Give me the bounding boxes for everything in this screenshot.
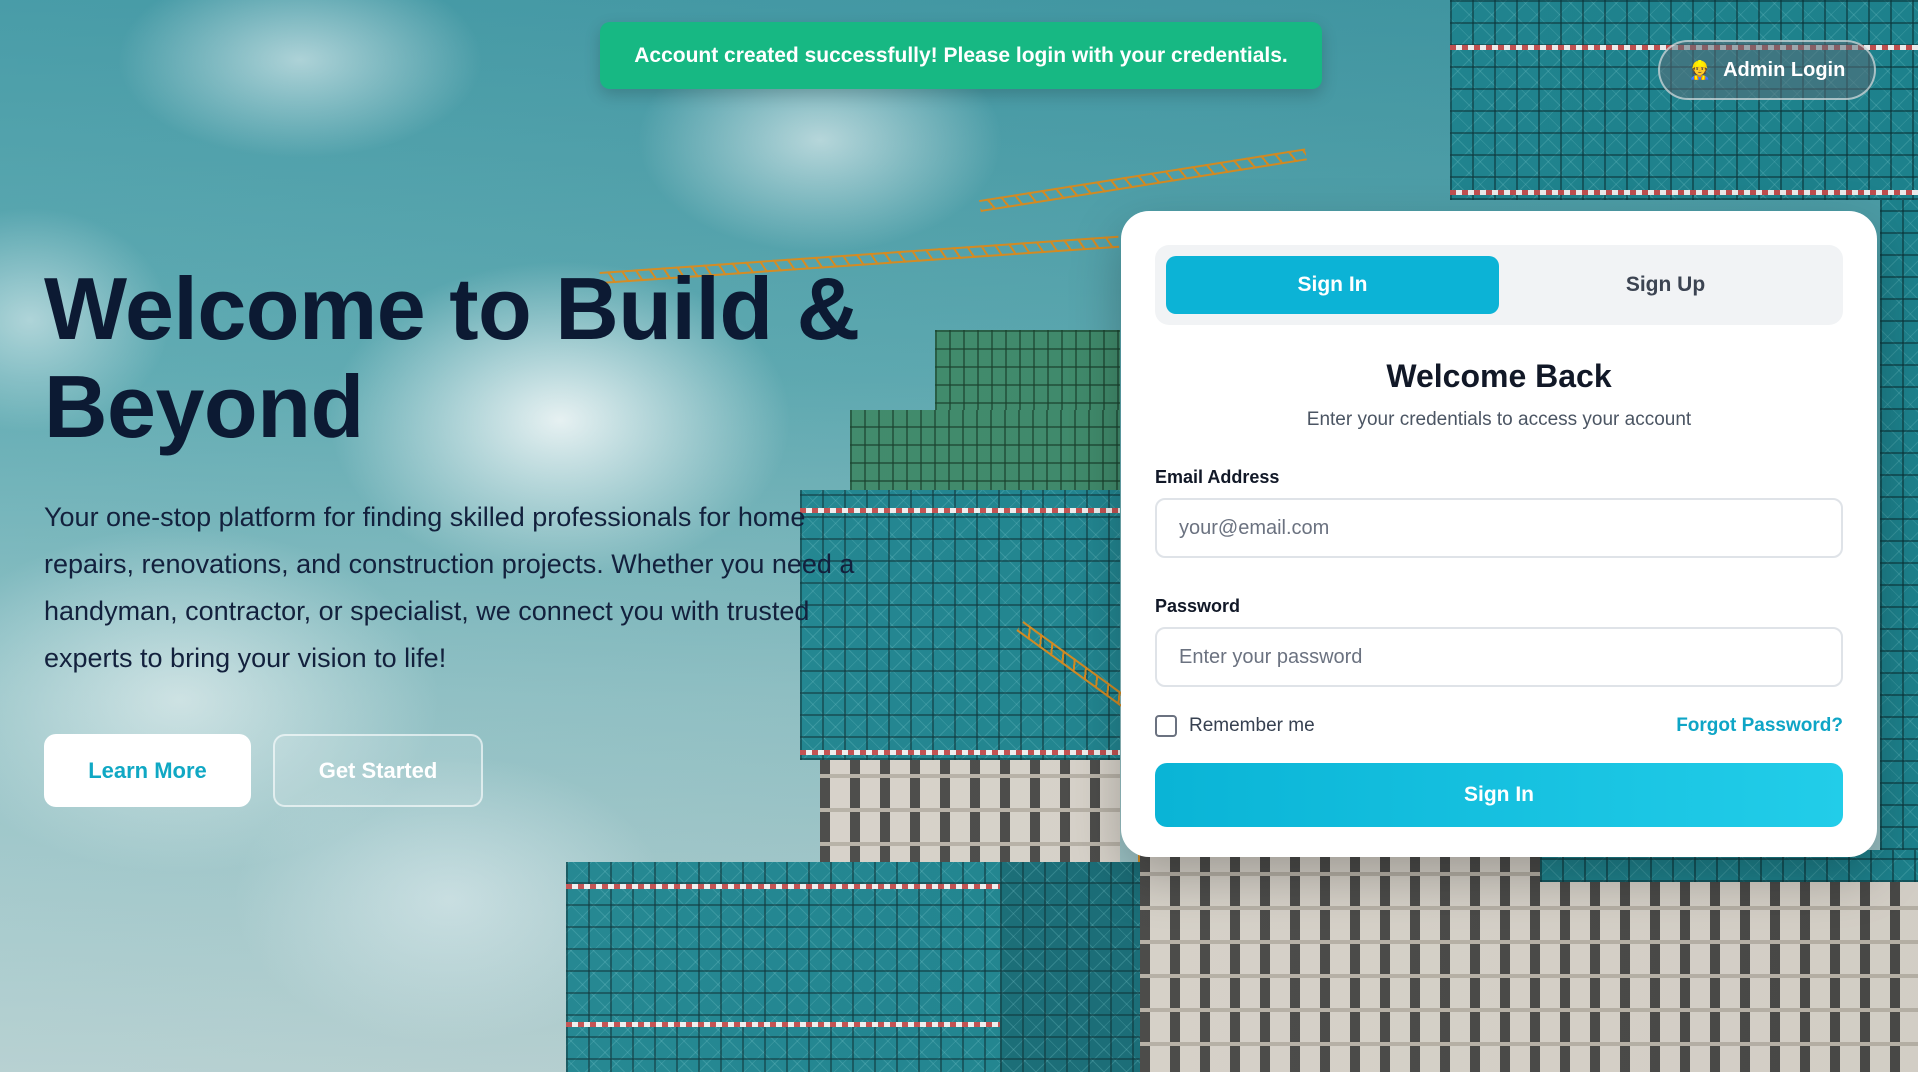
password-field[interactable] [1155,627,1843,687]
hero-description: Your one-stop platform for finding skill… [44,502,855,673]
hero-section: Welcome to Build & Beyond Your one-stop … [44,260,884,807]
success-toast: Account created successfully! Please log… [600,22,1322,89]
admin-login-label: Admin Login [1723,58,1846,81]
remember-row: Remember me Forgot Password? [1155,715,1843,737]
tab-sign-in[interactable]: Sign In [1166,256,1499,314]
remember-me-checkbox[interactable] [1155,715,1177,737]
forgot-password-link[interactable]: Forgot Password? [1676,715,1843,737]
remember-me-label: Remember me [1189,715,1315,736]
auth-tabs: Sign In Sign Up [1155,245,1843,325]
get-started-button[interactable]: Get Started [273,734,483,807]
email-label: Email Address [1155,467,1280,487]
auth-card: Sign In Sign Up Welcome Back Enter your … [1121,211,1877,857]
hero-title: Welcome to Build & Beyond [44,259,860,456]
remember-me-group: Remember me [1155,715,1315,737]
tab-sign-up[interactable]: Sign Up [1499,256,1832,314]
admin-person-icon: 👷 [1688,60,1712,80]
toast-message: Account created successfully! Please log… [634,43,1288,67]
learn-more-button[interactable]: Learn More [44,734,251,807]
admin-login-button[interactable]: 👷 Admin Login [1658,40,1876,100]
card-subtitle: Enter your credentials to access your ac… [1306,409,1692,430]
hero-buttons: Learn More Get Started [44,734,884,807]
card-title: Welcome Back [1386,358,1612,394]
email-field[interactable] [1155,498,1843,558]
password-label: Password [1155,596,1241,616]
sign-in-button[interactable]: Sign In [1155,763,1843,827]
